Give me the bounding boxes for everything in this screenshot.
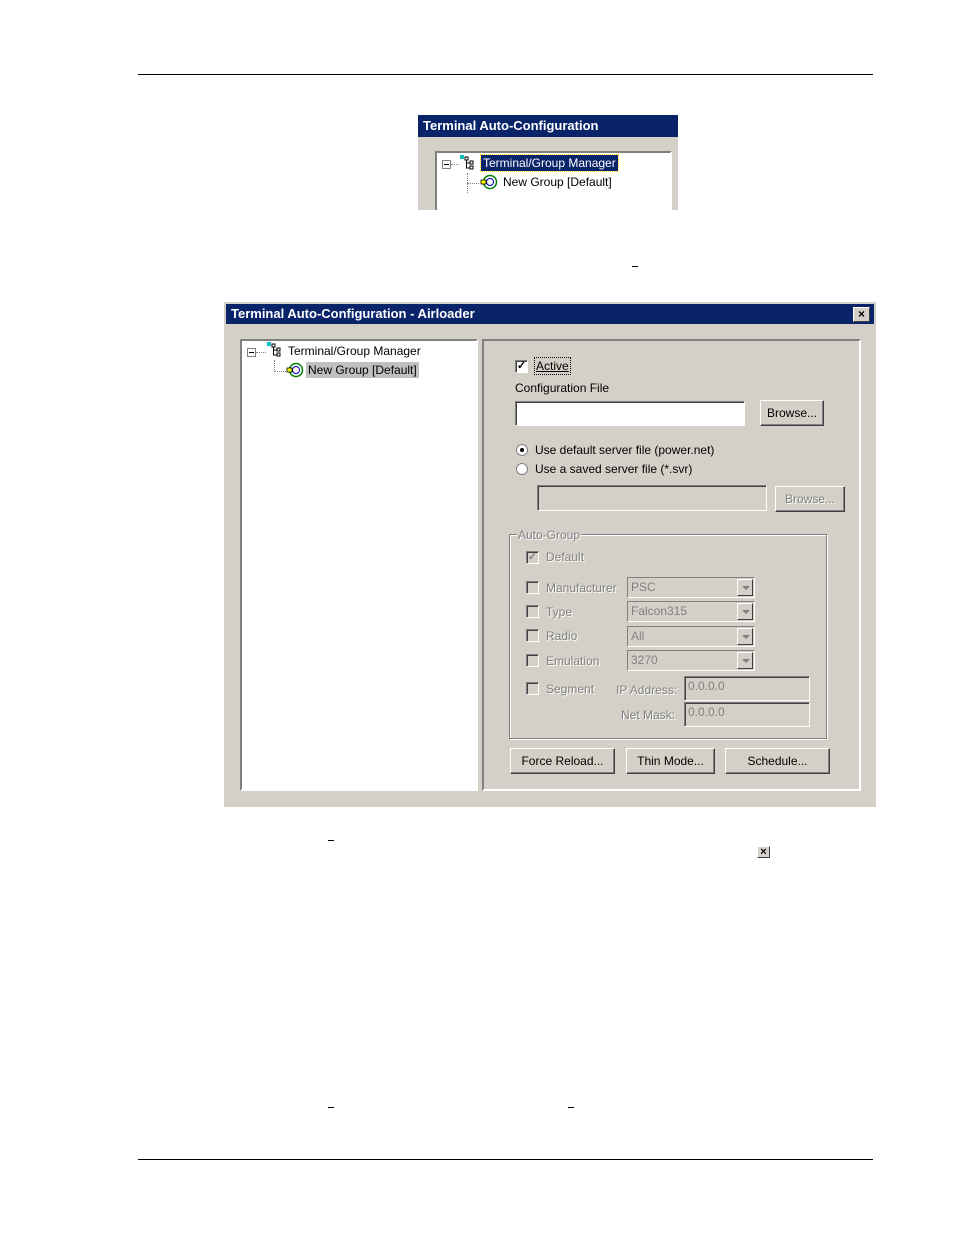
collapse-icon[interactable]	[442, 160, 451, 169]
default-checkbox[interactable]: ✓	[526, 551, 539, 564]
radio-checkbox[interactable]	[526, 629, 539, 642]
auto-group-title: Auto-Group	[517, 528, 582, 542]
small-window-title: Terminal Auto-Configuration	[418, 115, 678, 137]
chevron-down-icon[interactable]	[737, 652, 753, 669]
active-checkbox[interactable]: ✓	[515, 360, 528, 373]
type-label: Type	[546, 605, 573, 619]
tree-connector	[467, 183, 479, 184]
close-icon: ×	[760, 846, 767, 858]
radio-label: Radio	[546, 629, 578, 643]
group-manager-icon	[460, 155, 474, 170]
config-file-label: Configuration File	[515, 381, 610, 395]
net-mask-label: Net Mask:	[621, 708, 676, 722]
tree-connector	[451, 164, 459, 165]
chevron-down-icon[interactable]	[737, 579, 753, 596]
header-rule	[138, 74, 873, 75]
small-tree-view[interactable]: Terminal/Group Manager New Group [Defaul…	[435, 151, 672, 210]
close-icon: ×	[857, 307, 865, 321]
emulation-select[interactable]: 3270	[627, 650, 755, 671]
settings-pane: ✓ Active Configuration File Browse... Us…	[482, 339, 861, 791]
manufacturer-select[interactable]: PSC	[627, 577, 755, 598]
emulation-value: 3270	[631, 653, 658, 667]
tree-connector	[256, 352, 266, 353]
thin-mode-button[interactable]: Thin Mode...	[626, 748, 715, 774]
group-icon	[286, 362, 304, 378]
inline-close-icon: ×	[757, 846, 770, 858]
force-reload-button[interactable]: Force Reload...	[510, 748, 615, 774]
group-manager-icon	[267, 342, 281, 357]
airloader-dialog: Terminal Auto-Configuration - Airloader …	[224, 302, 876, 807]
default-server-label[interactable]: Use default server file (power.net)	[535, 442, 714, 458]
footer-rule	[138, 1159, 873, 1160]
text-underscore-mark	[328, 840, 334, 841]
tree-view[interactable]: Terminal/Group Manager New Group [Defaul…	[240, 339, 478, 791]
saved-server-path-input[interactable]	[537, 485, 767, 511]
default-server-radio[interactable]	[516, 444, 528, 456]
type-checkbox[interactable]	[526, 605, 539, 618]
segment-label: Segment	[546, 682, 595, 696]
text-underscore-mark	[328, 1107, 334, 1108]
tree-connector	[274, 371, 286, 372]
small-window: Terminal Auto-Configuration Terminal/Gro…	[418, 115, 678, 210]
ip-address-label: IP Address:	[616, 683, 678, 697]
schedule-button[interactable]: Schedule...	[725, 748, 830, 774]
tree-child-label[interactable]: New Group [Default]	[306, 362, 419, 378]
config-file-input[interactable]	[515, 401, 745, 426]
group-icon	[480, 174, 498, 190]
text-underscore-mark	[568, 1107, 574, 1108]
collapse-icon[interactable]	[247, 348, 256, 357]
active-label[interactable]: Active	[534, 357, 571, 375]
ip-address-input[interactable]: 0.0.0.0	[684, 676, 810, 701]
emulation-checkbox[interactable]	[526, 654, 539, 667]
net-mask-input[interactable]: 0.0.0.0	[684, 702, 810, 727]
small-tree-root-label[interactable]: Terminal/Group Manager	[480, 154, 619, 172]
text-underscore-mark	[632, 266, 638, 267]
default-label: Default	[546, 550, 585, 564]
tree-root-label[interactable]: Terminal/Group Manager	[286, 343, 423, 359]
small-tree-child-label[interactable]: New Group [Default]	[501, 174, 614, 190]
segment-checkbox[interactable]	[526, 682, 539, 695]
config-browse-button[interactable]: Browse...	[760, 400, 824, 426]
saved-server-label[interactable]: Use a saved server file (*.svr)	[535, 461, 692, 477]
radio-select[interactable]: All	[627, 626, 755, 647]
manufacturer-checkbox[interactable]	[526, 581, 539, 594]
type-value: Falcon315	[631, 604, 688, 618]
close-button[interactable]: ×	[853, 307, 870, 322]
chevron-down-icon[interactable]	[737, 603, 753, 620]
saved-browse-button[interactable]: Browse...	[775, 486, 845, 512]
dialog-title: Terminal Auto-Configuration - Airloader	[226, 304, 874, 324]
type-select[interactable]: Falcon315	[627, 601, 755, 622]
emulation-label: Emulation	[546, 654, 600, 668]
manufacturer-value: PSC	[631, 580, 656, 594]
manufacturer-label: Manufacturer	[546, 581, 617, 595]
chevron-down-icon[interactable]	[737, 628, 753, 645]
saved-server-radio[interactable]	[516, 463, 528, 475]
radio-value: All	[631, 629, 645, 643]
